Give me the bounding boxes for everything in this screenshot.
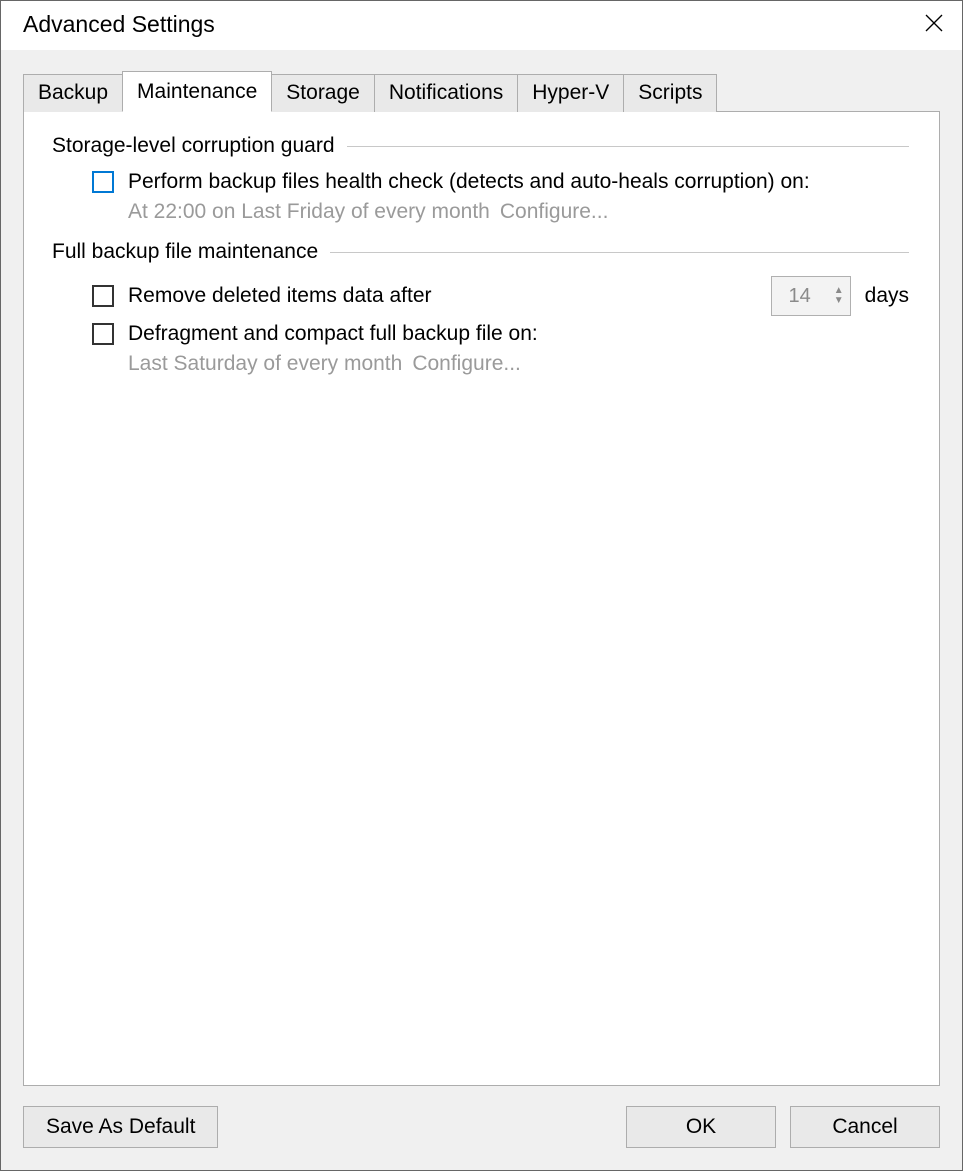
remove-deleted-label: Remove deleted items data after xyxy=(128,284,432,308)
close-icon xyxy=(924,13,944,33)
health-check-checkbox[interactable] xyxy=(92,171,114,193)
remove-deleted-checkbox[interactable] xyxy=(92,285,114,307)
tab-notifications[interactable]: Notifications xyxy=(374,74,518,112)
footer: Save As Default OK Cancel xyxy=(23,1086,940,1148)
defrag-row: Defragment and compact full backup file … xyxy=(92,322,909,346)
group-corruption-guard-title: Storage-level corruption guard xyxy=(52,134,335,158)
remove-deleted-row: Remove deleted items data after ▲ ▼ days xyxy=(92,276,909,316)
save-as-default-button[interactable]: Save As Default xyxy=(23,1106,218,1148)
tab-strip: Backup Maintenance Storage Notifications… xyxy=(23,71,940,112)
defrag-schedule-line: Last Saturday of every month Configure..… xyxy=(128,352,909,376)
defrag-configure-link[interactable]: Configure... xyxy=(412,352,521,376)
ok-button[interactable]: OK xyxy=(626,1106,776,1148)
defrag-label: Defragment and compact full backup file … xyxy=(128,322,538,346)
health-check-schedule-line: At 22:00 on Last Friday of every month C… xyxy=(128,200,909,224)
remove-deleted-days-input[interactable] xyxy=(772,277,828,315)
dialog-title: Advanced Settings xyxy=(23,11,215,38)
group-divider xyxy=(330,252,909,253)
close-button[interactable] xyxy=(920,9,948,40)
tab-page-maintenance: Storage-level corruption guard Perform b… xyxy=(23,111,940,1086)
title-bar: Advanced Settings xyxy=(1,1,962,50)
tab-hyperv[interactable]: Hyper-V xyxy=(517,74,624,112)
cancel-button[interactable]: Cancel xyxy=(790,1106,940,1148)
group-full-backup-title: Full backup file maintenance xyxy=(52,240,318,264)
defrag-schedule: Last Saturday of every month xyxy=(128,352,402,376)
health-check-configure-link[interactable]: Configure... xyxy=(500,200,609,224)
group-full-backup-maintenance: Full backup file maintenance Remove dele… xyxy=(52,240,909,376)
client-area: Backup Maintenance Storage Notifications… xyxy=(1,50,962,1170)
tab-storage[interactable]: Storage xyxy=(271,74,375,112)
tab-scripts[interactable]: Scripts xyxy=(623,74,717,112)
remove-deleted-days-spinner[interactable]: ▲ ▼ xyxy=(771,276,851,316)
group-corruption-guard: Storage-level corruption guard Perform b… xyxy=(52,134,909,224)
spinner-arrows[interactable]: ▲ ▼ xyxy=(828,277,850,315)
chevron-down-icon: ▼ xyxy=(828,296,850,306)
tab-backup[interactable]: Backup xyxy=(23,74,123,112)
health-check-schedule: At 22:00 on Last Friday of every month xyxy=(128,200,490,224)
tab-maintenance[interactable]: Maintenance xyxy=(122,71,272,112)
health-check-row: Perform backup files health check (detec… xyxy=(92,170,909,194)
group-divider xyxy=(347,146,910,147)
defrag-checkbox[interactable] xyxy=(92,323,114,345)
remove-deleted-days-unit: days xyxy=(865,284,909,308)
health-check-label: Perform backup files health check (detec… xyxy=(128,170,810,194)
